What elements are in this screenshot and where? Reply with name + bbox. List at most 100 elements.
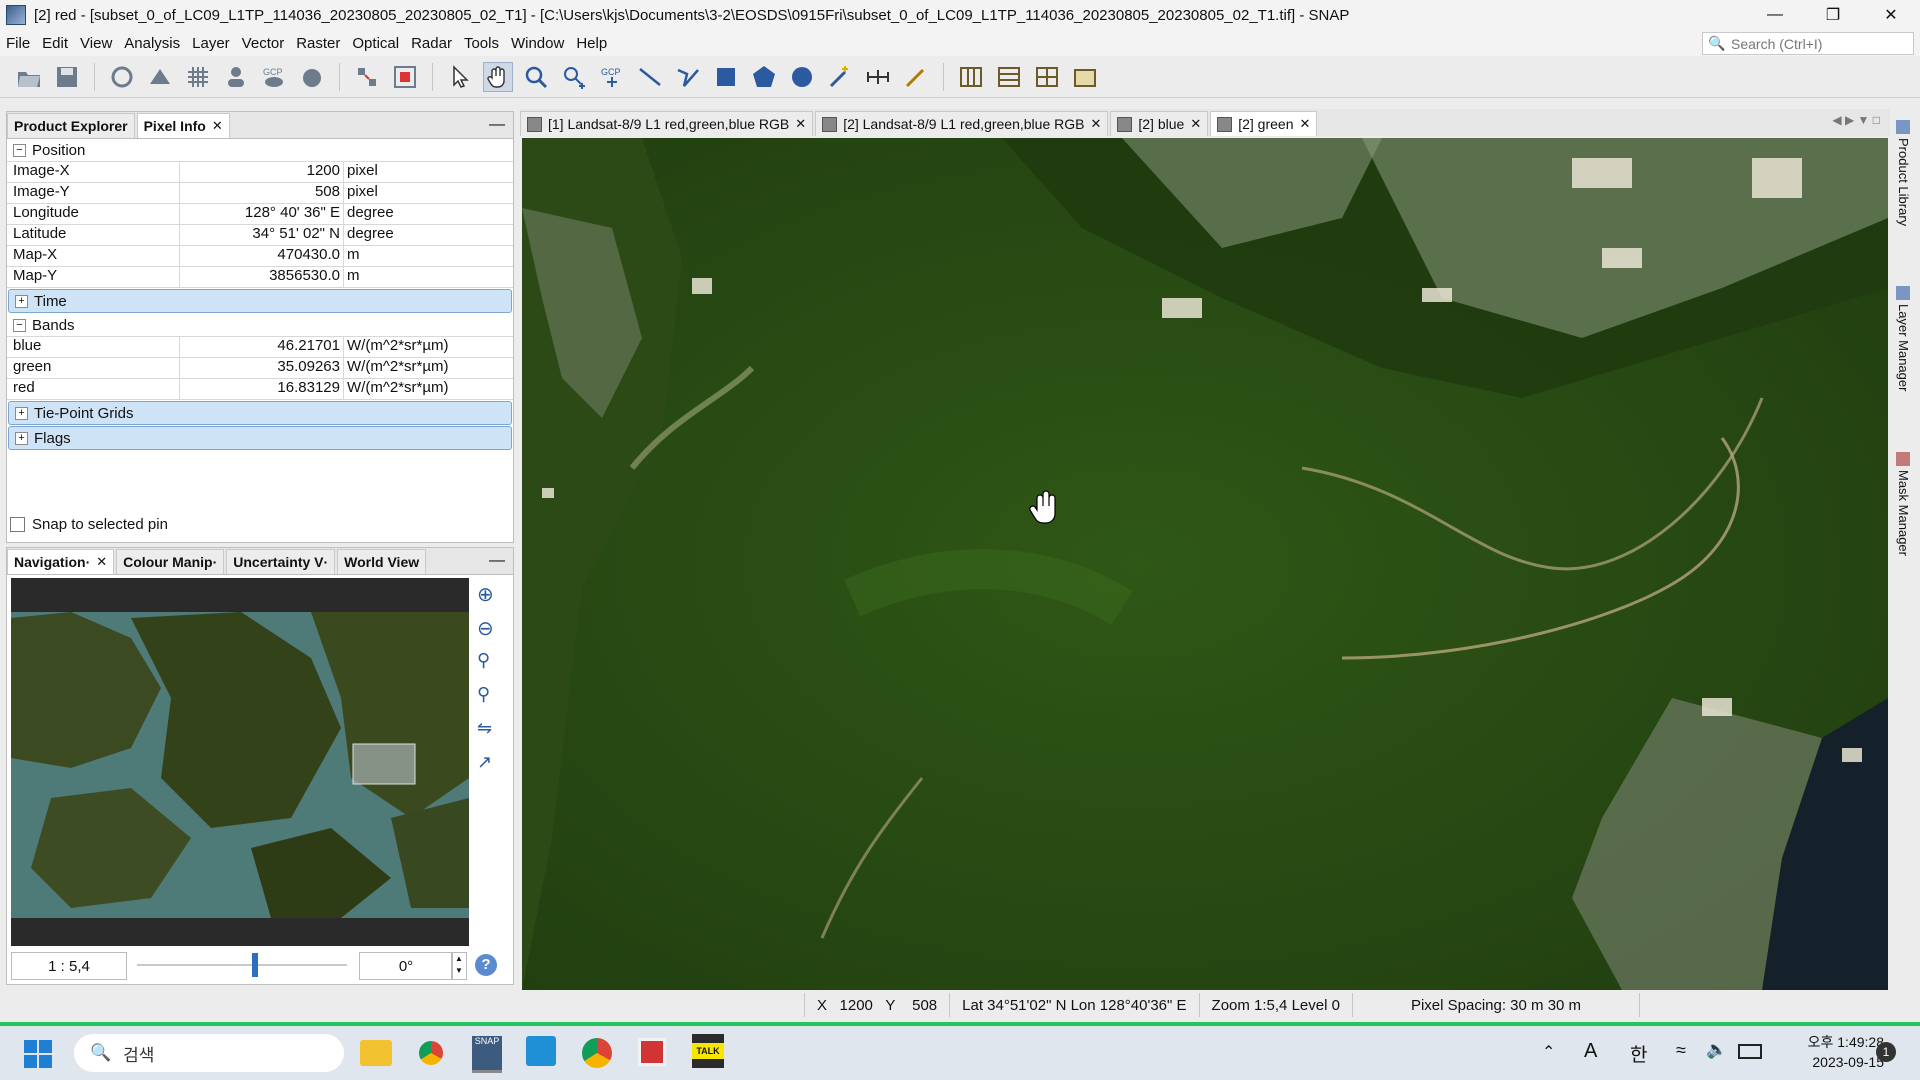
- file-explorer-icon[interactable]: [360, 1040, 392, 1066]
- range-finder-icon[interactable]: [863, 62, 893, 92]
- close-icon[interactable]: ✕: [1299, 116, 1310, 132]
- expand-icon[interactable]: +: [15, 406, 28, 420]
- pin-place-icon[interactable]: [559, 62, 589, 92]
- menu-optical[interactable]: Optical: [346, 35, 405, 52]
- tray-chevron-icon[interactable]: ⌃: [1542, 1042, 1555, 1062]
- notification-badge[interactable]: 1: [1876, 1042, 1896, 1062]
- tab-world-view[interactable]: World View: [337, 549, 427, 574]
- tile-single-icon[interactable]: [1070, 62, 1100, 92]
- zoom-out-icon[interactable]: ⊖: [477, 616, 507, 650]
- tab-scroll-controls[interactable]: ◀ ▶ ▼ □: [1832, 113, 1880, 127]
- menu-layer[interactable]: Layer: [186, 35, 236, 52]
- tab-product-explorer[interactable]: Product Explorer: [7, 113, 135, 138]
- windows-start-icon[interactable]: [24, 1040, 52, 1068]
- close-icon[interactable]: ✕: [96, 554, 107, 570]
- menu-radar[interactable]: Radar: [405, 35, 458, 52]
- menu-file[interactable]: File: [0, 35, 36, 52]
- select-tool-icon[interactable]: [445, 62, 475, 92]
- zoom-tool-icon[interactable]: [521, 62, 551, 92]
- kakaotalk-icon[interactable]: TALK: [692, 1034, 724, 1068]
- menu-view[interactable]: View: [74, 35, 118, 52]
- minimize-panel-icon[interactable]: —: [489, 116, 505, 134]
- menu-edit[interactable]: Edit: [36, 35, 74, 52]
- layer-manager-tab[interactable]: Layer Manager: [1896, 286, 1911, 391]
- magic-wand-icon[interactable]: [825, 62, 855, 92]
- band-maths-icon[interactable]: [107, 62, 137, 92]
- speaker-muted-icon[interactable]: 🔈: [1706, 1040, 1727, 1060]
- save-product-icon[interactable]: [52, 62, 82, 92]
- close-icon[interactable]: ✕: [212, 118, 223, 134]
- tab-pixel-info[interactable]: Pixel Info ✕: [136, 113, 230, 138]
- gcp-tool-icon[interactable]: GCP: [597, 62, 627, 92]
- tab-colour-manipulation[interactable]: Colour Manip·: [116, 549, 225, 574]
- ime-mode-han[interactable]: 한: [1630, 1040, 1647, 1067]
- zoom-in-icon[interactable]: ⊕: [477, 582, 507, 616]
- spectrum-icon[interactable]: [145, 62, 175, 92]
- image-view-canvas[interactable]: [522, 138, 1888, 990]
- snap-checkbox[interactable]: [10, 517, 25, 532]
- battery-icon[interactable]: [1738, 1044, 1762, 1059]
- group-position[interactable]: − Position: [7, 139, 513, 162]
- tab-uncertainty[interactable]: Uncertainty V·: [226, 549, 336, 574]
- sync-views-icon[interactable]: ⇋: [477, 718, 507, 752]
- zoom-scale-field[interactable]: 1 : 5,4: [11, 952, 127, 980]
- mask-manager-tab[interactable]: Mask Manager: [1896, 452, 1911, 556]
- gcp-icon[interactable]: GCP: [259, 62, 289, 92]
- product-library-tab[interactable]: Product Library: [1896, 120, 1911, 226]
- close-icon[interactable]: ✕: [795, 116, 806, 132]
- tab-image-4[interactable]: [2] green ✕: [1210, 111, 1318, 136]
- expand-icon[interactable]: +: [15, 431, 28, 445]
- open-product-icon[interactable]: [14, 62, 44, 92]
- group-bands[interactable]: − Bands: [7, 314, 513, 337]
- tile-evenly-icon[interactable]: [1032, 62, 1062, 92]
- minimize-button[interactable]: —: [1746, 0, 1804, 30]
- rectangle-tool-icon[interactable]: [711, 62, 741, 92]
- line-tool-icon[interactable]: [635, 62, 665, 92]
- taskbar-search[interactable]: 🔍 검색: [74, 1034, 344, 1072]
- zoom-pixel-icon[interactable]: ⚲: [477, 650, 507, 684]
- rotation-field[interactable]: 0°: [359, 952, 453, 980]
- snap-taskbar-icon[interactable]: SNAP: [472, 1036, 502, 1073]
- viewport-rectangle[interactable]: [352, 743, 416, 785]
- close-icon[interactable]: ✕: [1190, 116, 1201, 132]
- menu-window[interactable]: Window: [505, 35, 570, 52]
- menu-analysis[interactable]: Analysis: [118, 35, 186, 52]
- collapse-icon[interactable]: −: [13, 318, 26, 332]
- collapse-icon[interactable]: −: [13, 143, 26, 157]
- tab-image-1[interactable]: [1] Landsat-8/9 L1 red,green,blue RGB ✕: [520, 111, 814, 136]
- wand-icon[interactable]: [901, 62, 931, 92]
- grid-icon[interactable]: [183, 62, 213, 92]
- menu-raster[interactable]: Raster: [290, 35, 346, 52]
- ellipse-tool-icon[interactable]: [787, 62, 817, 92]
- tile-vertical-icon[interactable]: [994, 62, 1024, 92]
- sync-cursor-icon[interactable]: ↗: [477, 752, 507, 786]
- minimize-panel-icon[interactable]: —: [489, 552, 505, 570]
- group-time[interactable]: + Time: [8, 289, 512, 313]
- close-icon[interactable]: ✕: [1090, 116, 1101, 132]
- group-flags[interactable]: + Flags: [8, 426, 512, 450]
- zoom-slider[interactable]: [137, 953, 347, 977]
- polyline-tool-icon[interactable]: [673, 62, 703, 92]
- pin-manager-icon[interactable]: [390, 62, 420, 92]
- app-icon-blue[interactable]: [526, 1036, 556, 1066]
- globe-icon[interactable]: [297, 62, 327, 92]
- menu-vector[interactable]: Vector: [236, 35, 291, 52]
- zoom-all-icon[interactable]: ⚲: [477, 684, 507, 718]
- tile-horizontal-icon[interactable]: [956, 62, 986, 92]
- menu-tools[interactable]: Tools: [458, 35, 505, 52]
- zoom-slider-thumb[interactable]: [251, 953, 258, 977]
- clock[interactable]: 오후 1:49:28 2023-09-15: [1774, 1032, 1884, 1072]
- help-icon[interactable]: ?: [475, 954, 497, 976]
- store-icon[interactable]: [638, 1038, 666, 1066]
- pan-tool-icon[interactable]: [483, 61, 513, 92]
- tab-image-3[interactable]: [2] blue ✕: [1110, 111, 1209, 136]
- navigation-overview-map[interactable]: [11, 578, 469, 946]
- tab-navigation[interactable]: Navigation· ✕: [7, 549, 115, 574]
- rotation-spinner[interactable]: ▲ ▼: [451, 952, 467, 980]
- tab-image-2[interactable]: [2] Landsat-8/9 L1 red,green,blue RGB ✕: [815, 111, 1109, 136]
- search-box[interactable]: 🔍 Search (Ctrl+I): [1702, 32, 1914, 55]
- chrome-icon[interactable]: [416, 1038, 446, 1068]
- menu-help[interactable]: Help: [570, 35, 613, 52]
- group-tie-point-grids[interactable]: + Tie-Point Grids: [8, 401, 512, 425]
- restore-button[interactable]: ❐: [1804, 0, 1862, 30]
